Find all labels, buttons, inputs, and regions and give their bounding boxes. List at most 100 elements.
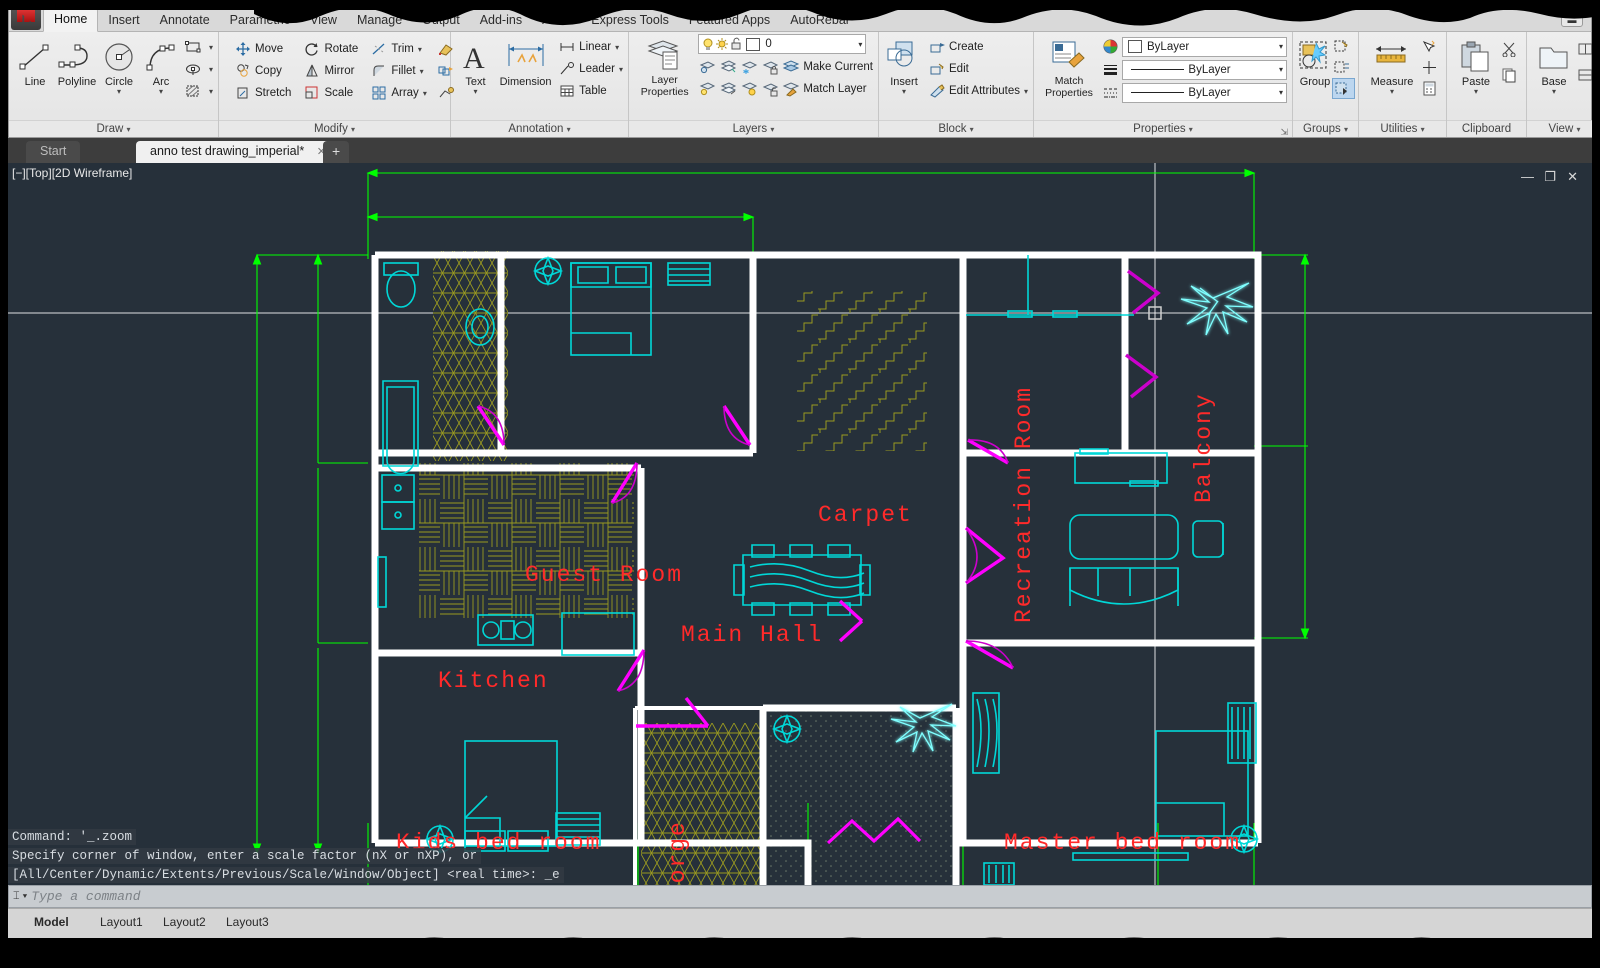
drawing-canvas[interactable]: [−][Top][2D Wireframe] — ❐ ✕: [8, 163, 1592, 913]
panel-annotation-title[interactable]: Annotation ▾: [451, 120, 628, 137]
modify-move-button[interactable]: Move: [234, 38, 291, 60]
base-view-caret[interactable]: ▾: [1552, 88, 1556, 96]
fillet-caret[interactable]: ▾: [420, 67, 424, 76]
match-layer-icon[interactable]: [782, 80, 800, 98]
draw-circle-button[interactable]: Circle ▾: [98, 36, 140, 96]
modify-mirror-button[interactable]: Mirror: [303, 60, 358, 82]
layer-thaw-icon[interactable]: [740, 80, 758, 98]
block-edit-button[interactable]: Edit: [928, 58, 1028, 80]
layer-off-icon[interactable]: [698, 58, 716, 76]
object-color-row[interactable]: ByLayer ▾: [1101, 35, 1287, 58]
panel-block-title[interactable]: Block ▾: [879, 120, 1033, 137]
panel-layers-title[interactable]: Layers ▾: [629, 120, 878, 137]
hatch-caret[interactable]: ▾: [209, 87, 213, 96]
layer-lock-icon[interactable]: [761, 58, 779, 76]
cut-button[interactable]: [1500, 36, 1521, 62]
file-tab-drawing[interactable]: anno test drawing_imperial* ✕: [136, 141, 340, 163]
layer-on-icon[interactable]: [698, 80, 716, 98]
lineweight-row[interactable]: ByLayer ▾: [1101, 58, 1287, 81]
panel-draw-title[interactable]: Draw ▾: [9, 120, 218, 137]
panel-properties-title[interactable]: Properties ▾⇲: [1034, 120, 1292, 137]
file-tab-start[interactable]: Start: [26, 141, 80, 163]
paste-caret[interactable]: ▾: [1474, 88, 1478, 96]
block-create-button[interactable]: Create: [928, 36, 1028, 58]
measure-caret[interactable]: ▾: [1390, 88, 1394, 96]
annotation-text-button[interactable]: A Text ▾: [456, 36, 495, 96]
array-caret[interactable]: ▾: [423, 89, 427, 98]
current-layer-combo[interactable]: 0 ▾: [698, 34, 866, 54]
ungroup-button[interactable]: [1332, 57, 1355, 78]
panel-clipboard-title[interactable]: Clipboard: [1447, 120, 1526, 137]
circle-dropdown-caret[interactable]: ▾: [117, 88, 121, 96]
draw-line-button[interactable]: Line: [14, 36, 56, 88]
group-selection-toggle[interactable]: [1332, 78, 1355, 99]
bulb-icon[interactable]: [701, 37, 715, 51]
sun-icon[interactable]: [715, 37, 729, 51]
object-color-combo[interactable]: ByLayer ▾: [1122, 37, 1287, 57]
base-view-button[interactable]: Base ▾: [1532, 36, 1576, 96]
panel-view-title[interactable]: View ▾: [1527, 120, 1600, 137]
paste-button[interactable]: Paste ▾: [1452, 36, 1500, 96]
command-input-placeholder[interactable]: Type a command: [31, 889, 140, 904]
annotation-table-button[interactable]: Table: [558, 80, 623, 102]
panel-utilities-title[interactable]: Utilities ▾: [1359, 120, 1446, 137]
viewport-restore-button[interactable]: ❐: [1544, 169, 1556, 185]
make-current-row[interactable]: Make Current: [698, 56, 873, 78]
arc-dropdown-caret[interactable]: ▾: [159, 88, 163, 96]
linetype-combo[interactable]: ByLayer ▾: [1122, 83, 1287, 103]
unlock-icon[interactable]: [729, 37, 743, 51]
group-edit-button[interactable]: [1332, 36, 1355, 57]
group-button[interactable]: Group: [1298, 36, 1332, 88]
modify-fillet-button[interactable]: Fillet ▾: [370, 60, 427, 82]
panel-groups-title[interactable]: Groups ▾: [1293, 120, 1358, 137]
draw-ellipse-button[interactable]: ▾: [184, 58, 213, 80]
linear-caret[interactable]: ▾: [615, 43, 619, 52]
insert-caret[interactable]: ▾: [902, 88, 906, 96]
draw-arc-button[interactable]: Arc ▾: [140, 36, 182, 96]
ellipse-caret[interactable]: ▾: [209, 65, 213, 74]
modify-scale-button[interactable]: Scale: [303, 82, 358, 104]
draw-polyline-button[interactable]: Polyline: [56, 36, 98, 88]
match-layer-row[interactable]: Match Layer: [698, 78, 873, 100]
new-tab-button[interactable]: +: [323, 141, 349, 163]
quick-select-button[interactable]: [1420, 36, 1441, 57]
annotation-dimension-button[interactable]: Dimension: [495, 36, 556, 88]
leader-caret[interactable]: ▾: [619, 65, 623, 74]
insert-block-button[interactable]: Insert ▾: [884, 36, 924, 96]
command-input-bar[interactable]: ⌶ ▾ Type a command: [8, 885, 1592, 908]
copy-clip-button[interactable]: [1500, 62, 1521, 88]
viewport-label[interactable]: [−][Top][2D Wireframe]: [12, 166, 132, 180]
linetype-caret[interactable]: ▾: [1279, 88, 1283, 97]
match-properties-button[interactable]: Match Properties: [1039, 35, 1099, 99]
edit-attributes-caret[interactable]: ▾: [1024, 87, 1028, 96]
calculator-button[interactable]: [1420, 78, 1441, 99]
modify-stretch-button[interactable]: Stretch: [234, 82, 291, 104]
block-edit-attributes-button[interactable]: Edit Attributes ▾: [928, 80, 1028, 102]
annotation-leader-button[interactable]: Leader ▾: [558, 58, 623, 80]
lineweight-caret[interactable]: ▾: [1279, 65, 1283, 74]
object-color-caret[interactable]: ▾: [1279, 42, 1283, 51]
point-id-button[interactable]: [1420, 57, 1441, 78]
modify-array-button[interactable]: Array ▾: [370, 82, 427, 104]
draw-rectangle-button[interactable]: ▾: [184, 36, 213, 58]
viewport-close-button[interactable]: ✕: [1567, 169, 1578, 185]
text-caret[interactable]: ▾: [473, 88, 477, 96]
current-layer-caret[interactable]: ▾: [858, 40, 862, 49]
measure-button[interactable]: Measure ▾: [1364, 36, 1420, 96]
linetype-row[interactable]: ByLayer ▾: [1101, 81, 1287, 104]
panel-modify-title[interactable]: Modify ▾: [219, 120, 450, 137]
layer-unlock-icon[interactable]: [761, 80, 779, 98]
modify-trim-button[interactable]: Trim ▾: [370, 38, 427, 60]
trim-caret[interactable]: ▾: [418, 45, 422, 54]
rectangle-caret[interactable]: ▾: [209, 43, 213, 52]
draw-hatch-button[interactable]: ▾: [184, 80, 213, 102]
lineweight-combo[interactable]: ByLayer ▾: [1122, 60, 1287, 80]
make-current-icon[interactable]: [782, 58, 800, 76]
layer-properties-button[interactable]: Layer Properties: [634, 34, 695, 98]
modify-rotate-button[interactable]: Rotate: [303, 38, 358, 60]
viewport-minimize-button[interactable]: —: [1521, 169, 1534, 184]
modify-copy-button[interactable]: Copy: [234, 60, 291, 82]
annotation-linear-button[interactable]: Linear ▾: [558, 36, 623, 58]
layer-freeze-icon[interactable]: [740, 58, 758, 76]
layer-unisolate-icon[interactable]: [719, 80, 737, 98]
